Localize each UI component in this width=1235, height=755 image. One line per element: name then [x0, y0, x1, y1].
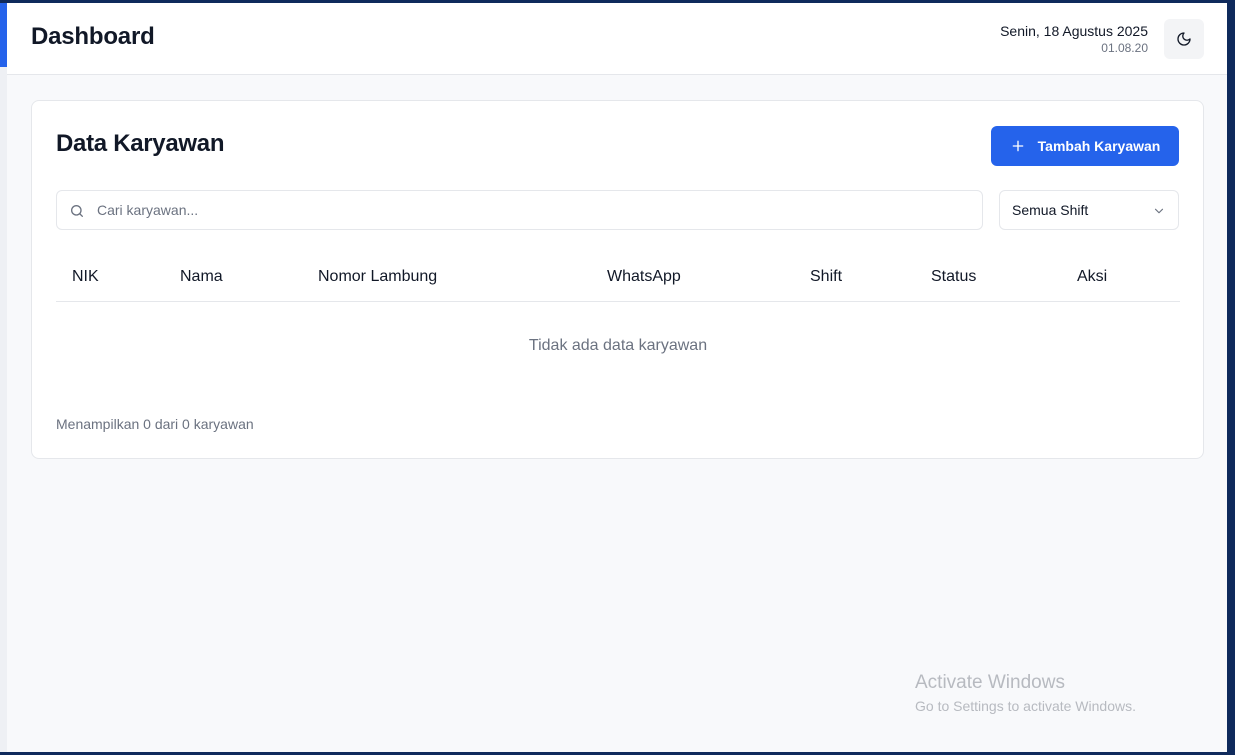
- plus-icon: [1012, 140, 1023, 152]
- windows-activation-watermark: Activate Windows Go to Settings to activ…: [915, 672, 1136, 715]
- shift-filter-value: Semua Shift: [1012, 202, 1089, 218]
- column-header-nama: Nama: [180, 268, 223, 285]
- record-count: Menampilkan 0 dari 0 karyawan: [56, 416, 254, 432]
- column-header-aksi: Aksi: [1077, 268, 1108, 285]
- page-title: Dashboard: [31, 23, 155, 50]
- watermark-title: Activate Windows: [915, 672, 1065, 693]
- top-bar: Dashboard Senin, 18 Agustus 2025 01.08.2…: [7, 3, 1227, 75]
- window-frame: Dashboard Senin, 18 Agustus 2025 01.08.2…: [0, 0, 1235, 755]
- column-header-shift: Shift: [810, 268, 843, 285]
- current-date: Senin, 18 Agustus 2025: [1000, 23, 1148, 39]
- search-box: [56, 190, 983, 230]
- moon-icon: [1177, 32, 1191, 46]
- sidebar-edge: [0, 67, 7, 752]
- column-header-status: Status: [931, 268, 977, 285]
- watermark-subtitle: Go to Settings to activate Windows.: [915, 698, 1136, 714]
- card-title: Data Karyawan: [56, 130, 225, 157]
- search-input[interactable]: [97, 191, 967, 229]
- app-viewport: Dashboard Senin, 18 Agustus 2025 01.08.2…: [0, 3, 1227, 752]
- current-time: 01.08.20: [1101, 41, 1148, 55]
- add-employee-label: Tambah Karyawan: [1037, 138, 1161, 154]
- search-icon: [71, 205, 83, 217]
- table-header-row: NIK Nama Nomor Lambung WhatsApp Shift St…: [56, 254, 1180, 302]
- shift-filter-select[interactable]: Semua Shift: [999, 190, 1179, 230]
- employee-card: Data Karyawan Tambah Karyawan Semua Shif…: [31, 100, 1204, 459]
- empty-state-message: Tidak ada data karyawan: [528, 337, 708, 354]
- add-employee-button[interactable]: Tambah Karyawan: [991, 126, 1179, 166]
- datetime-display: Senin, 18 Agustus 2025 01.08.20: [1000, 21, 1148, 56]
- chevron-down-icon: [1154, 208, 1164, 214]
- column-header-nik: NIK: [72, 268, 99, 285]
- column-header-nomor-lambung: Nomor Lambung: [318, 268, 438, 285]
- column-header-whatsapp: WhatsApp: [607, 268, 681, 285]
- theme-toggle-button[interactable]: [1164, 19, 1204, 59]
- sidebar-accent: [0, 3, 7, 67]
